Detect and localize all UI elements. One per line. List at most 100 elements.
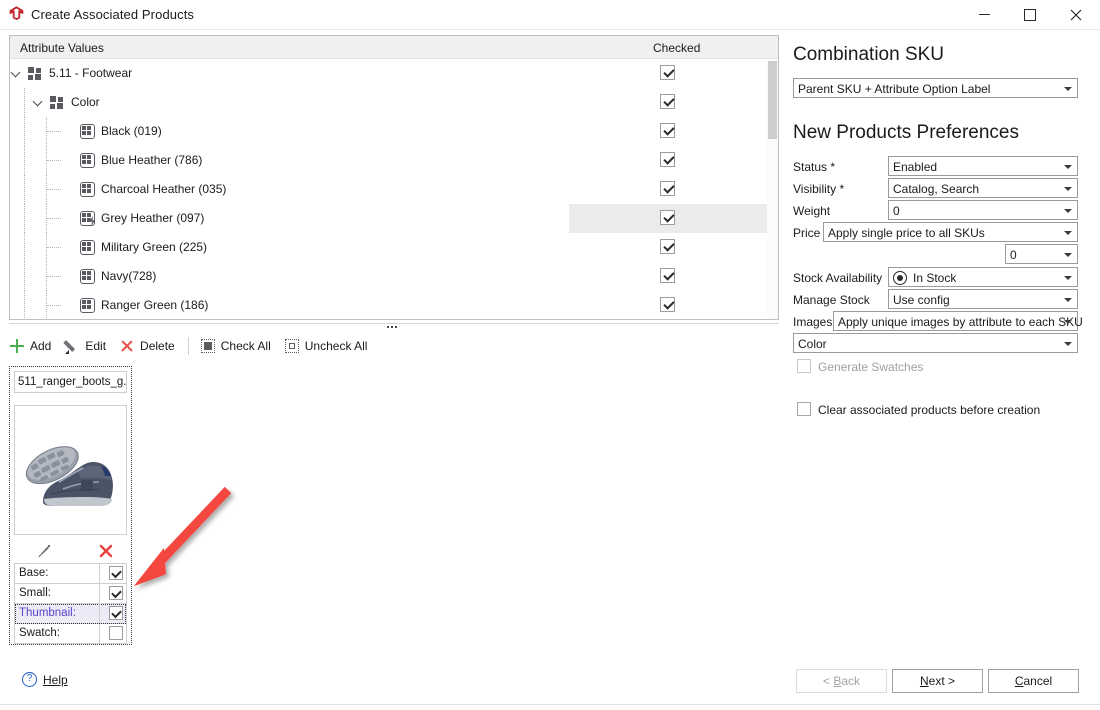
image-role-row[interactable]: Base: xyxy=(15,564,126,584)
row-checkbox[interactable] xyxy=(660,239,675,254)
tree-row[interactable]: Navy(728) xyxy=(10,262,778,291)
check-all-button[interactable]: Check All xyxy=(200,334,271,358)
scrollbar-thumb[interactable] xyxy=(768,61,777,139)
price-value-select[interactable]: 0 xyxy=(1005,244,1078,264)
image-card[interactable]: 511_ranger_boots_g... Base: Small: Thumb… xyxy=(9,366,132,645)
stock-availability-select[interactable]: In Stock xyxy=(888,267,1078,287)
row-checkbox[interactable] xyxy=(660,268,675,283)
row-checkbox[interactable] xyxy=(660,210,675,225)
cancel-button[interactable]: Cancel xyxy=(988,669,1079,693)
chevron-down-icon xyxy=(1064,87,1072,91)
close-x-icon[interactable] xyxy=(98,543,114,559)
shoe-product-image xyxy=(15,406,126,534)
tree-connector xyxy=(47,189,61,191)
pencil-icon[interactable] xyxy=(36,543,52,559)
row-checkbox[interactable] xyxy=(660,152,675,167)
images-mode-value: Apply unique images by attribute to each… xyxy=(838,315,1083,329)
price-mode-select[interactable]: Apply single price to all SKUs xyxy=(823,222,1078,242)
tree-row-checked-cell[interactable] xyxy=(569,262,769,291)
image-role-checkbox[interactable] xyxy=(109,566,123,580)
tree-row-checked-cell[interactable] xyxy=(569,233,769,262)
chevron-down-icon xyxy=(1064,253,1072,257)
row-checkbox[interactable] xyxy=(660,123,675,138)
image-preview[interactable] xyxy=(14,405,127,535)
delete-button[interactable]: Delete xyxy=(119,334,175,358)
check-all-label: Check All xyxy=(220,339,271,353)
help-link[interactable]: ? Help xyxy=(22,672,68,687)
tree-row[interactable]: Black (019) xyxy=(10,117,778,146)
tree-row[interactable]: Color xyxy=(10,88,778,117)
tree-connector xyxy=(24,88,26,117)
tree-row[interactable]: Charcoal Heather (035) xyxy=(10,175,778,204)
title-bar: Create Associated Products xyxy=(0,0,1100,30)
image-role-checkbox[interactable] xyxy=(109,626,123,640)
tree-row-checked-cell[interactable] xyxy=(569,175,769,204)
chevron-down-icon[interactable] xyxy=(34,98,43,107)
tree-row[interactable]: 5.11 - Footwear xyxy=(10,59,778,88)
tree-row[interactable]: Military Green (225) xyxy=(10,233,778,262)
weight-value: 0 xyxy=(893,204,900,218)
row-checkbox[interactable] xyxy=(660,94,675,109)
image-role-label: Base: xyxy=(19,567,49,579)
tree-vertical-scrollbar[interactable] xyxy=(767,59,778,319)
tree-row-checked-cell[interactable] xyxy=(569,204,769,233)
next-button[interactable]: Next > xyxy=(892,669,983,693)
image-role-row[interactable]: Thumbnail: xyxy=(15,604,126,624)
window-title: Create Associated Products xyxy=(31,7,195,22)
maximize-button[interactable] xyxy=(1007,0,1053,29)
visibility-value: Catalog, Search xyxy=(893,182,980,196)
price-label: Price xyxy=(793,226,821,240)
tree-row[interactable]: Ranger Green (186) xyxy=(10,291,778,319)
edit-button[interactable]: Edit xyxy=(63,334,106,358)
images-attribute-select[interactable]: Color xyxy=(793,333,1078,353)
close-button[interactable] xyxy=(1053,0,1099,29)
images-mode-select[interactable]: Apply unique images by attribute to each… xyxy=(833,311,1083,331)
tree-row[interactable]: Grey Heather (097) xyxy=(10,204,778,233)
tree-connector xyxy=(47,160,61,162)
tree-row-label: Blue Heather (786) xyxy=(101,153,203,167)
visibility-select[interactable]: Catalog, Search xyxy=(888,178,1078,198)
tree-row-label: Black (019) xyxy=(101,124,162,138)
attribute-option-icon xyxy=(80,269,95,284)
panel-splitter[interactable] xyxy=(9,321,779,333)
tree-connector xyxy=(47,276,61,278)
uncheck-all-button[interactable]: Uncheck All xyxy=(284,334,367,358)
combination-sku-heading: Combination SKU xyxy=(793,44,945,65)
tree-row-checked-cell[interactable] xyxy=(569,88,769,117)
tree-row-label: Charcoal Heather (035) xyxy=(101,182,227,196)
tree-connector xyxy=(47,131,61,133)
row-checkbox[interactable] xyxy=(660,181,675,196)
tree-row[interactable]: Blue Heather (786) xyxy=(10,146,778,175)
clear-associated-checkbox[interactable] xyxy=(797,402,811,416)
row-checkbox[interactable] xyxy=(660,65,675,80)
row-checkbox[interactable] xyxy=(660,297,675,312)
add-button-label: Add xyxy=(30,339,52,353)
image-role-row[interactable]: Small: xyxy=(15,584,126,604)
status-select[interactable]: Enabled xyxy=(888,156,1078,176)
question-mark-icon: ? xyxy=(22,672,37,687)
splitter-grip-icon xyxy=(387,326,403,329)
image-role-checkbox[interactable] xyxy=(109,606,123,620)
tree-row-checked-cell[interactable] xyxy=(569,146,769,175)
tree-row-checked-cell[interactable] xyxy=(569,59,769,88)
image-role-checkbox[interactable] xyxy=(109,586,123,600)
image-role-row[interactable]: Swatch: xyxy=(15,624,126,644)
minimize-button[interactable] xyxy=(961,0,1007,29)
image-role-label: Swatch: xyxy=(19,627,60,639)
weight-select[interactable]: 0 xyxy=(888,200,1078,220)
chevron-down-icon[interactable] xyxy=(12,69,21,78)
magento-logo-icon xyxy=(9,6,24,21)
visibility-label: Visibility * xyxy=(793,182,845,196)
tree-row-checked-cell[interactable] xyxy=(569,117,769,146)
images-label: Images xyxy=(793,315,833,329)
tree-row-label: 5.11 - Footwear xyxy=(49,66,133,80)
close-x-icon xyxy=(119,338,135,354)
tree-connector xyxy=(47,218,61,220)
generate-swatches-checkbox xyxy=(797,359,811,373)
manage-stock-select[interactable]: Use config xyxy=(888,289,1078,309)
combination-sku-select[interactable]: Parent SKU + Attribute Option Label xyxy=(793,78,1078,98)
toolbar-separator xyxy=(187,337,189,355)
image-toolbar: Add Edit Delete Check All Uncheck All xyxy=(9,334,779,358)
add-button[interactable]: Add xyxy=(9,334,51,358)
tree-row-checked-cell[interactable] xyxy=(569,291,769,319)
